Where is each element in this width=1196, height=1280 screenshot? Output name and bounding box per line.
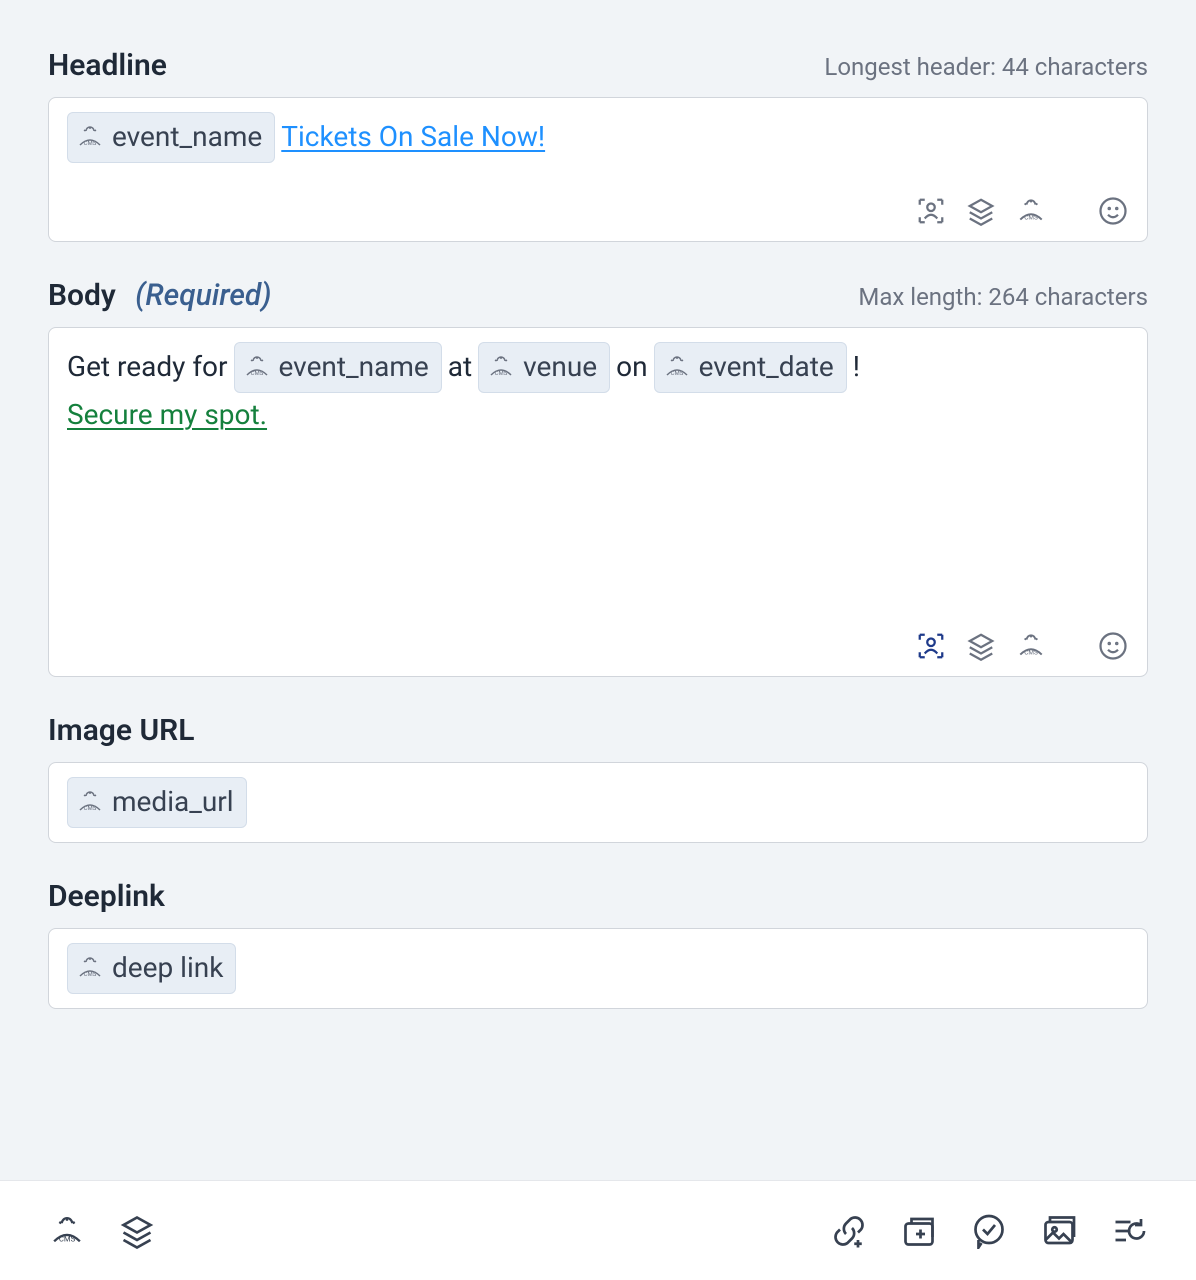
layers-icon[interactable] <box>965 630 997 662</box>
reset-list-icon[interactable] <box>1110 1212 1148 1250</box>
layers-icon[interactable] <box>118 1212 156 1250</box>
svg-text:CMS: CMS <box>84 140 97 147</box>
body-field: Body (Required) Max length: 264 characte… <box>48 278 1148 677</box>
chat-check-icon[interactable] <box>970 1212 1008 1250</box>
cms-token-label: deep link <box>112 946 223 991</box>
required-label: (Required) <box>135 278 271 313</box>
cms-icon: CMS <box>76 790 104 814</box>
layers-icon[interactable] <box>965 195 997 227</box>
cms-token-label: event_name <box>279 345 429 390</box>
svg-text:CMS: CMS <box>84 971 97 978</box>
link-add-icon[interactable] <box>830 1212 868 1250</box>
card-add-icon[interactable] <box>900 1212 938 1250</box>
cms-icon: CMS <box>76 125 104 149</box>
cms-token-venue[interactable]: CMS venue <box>478 342 610 393</box>
cms-icon: CMS <box>487 355 515 379</box>
svg-text:CMS: CMS <box>1024 214 1038 222</box>
cms-token-label: event_name <box>112 115 262 160</box>
image-url-label: Image URL <box>48 713 194 748</box>
body-label: Body (Required) <box>48 278 271 313</box>
cms-token-label: event_date <box>699 345 834 390</box>
svg-text:CMS: CMS <box>250 370 263 377</box>
headline-input[interactable]: CMS event_name Tickets On Sale Now! CMS <box>48 97 1148 242</box>
cms-icon: CMS <box>243 355 271 379</box>
image-url-header: Image URL <box>48 713 1148 748</box>
body-hint: Max length: 264 characters <box>858 283 1148 311</box>
cms-token-event-date[interactable]: CMS event_date <box>654 342 847 393</box>
deeplink-input[interactable]: CMS deep link <box>48 928 1148 1009</box>
personalization-icon[interactable] <box>915 630 947 662</box>
headline-link-text[interactable]: Tickets On Sale Now! <box>281 115 545 160</box>
deeplink-header: Deeplink <box>48 879 1148 914</box>
cms-token-event-name[interactable]: CMS event_name <box>67 112 275 163</box>
cms-token-media-url[interactable]: CMS media_url <box>67 777 247 828</box>
body-text-4: ! <box>853 345 860 390</box>
cms-settings-icon[interactable]: CMS <box>1015 630 1047 662</box>
body-link-text[interactable]: Secure my spot. <box>67 393 267 438</box>
headline-field: Headline Longest header: 44 characters C… <box>48 48 1148 242</box>
cms-token-event-name[interactable]: CMS event_name <box>234 342 442 393</box>
cms-icon: CMS <box>76 956 104 980</box>
body-input[interactable]: Get ready for CMS event_name at CMS venu… <box>48 327 1148 677</box>
image-url-field: Image URL CMS media_url <box>48 713 1148 843</box>
cms-icon[interactable]: CMS <box>48 1212 86 1250</box>
svg-text:CMS: CMS <box>84 805 97 812</box>
cms-token-deep-link[interactable]: CMS deep link <box>67 943 236 994</box>
body-header: Body (Required) Max length: 264 characte… <box>48 278 1148 313</box>
image-url-input[interactable]: CMS media_url <box>48 762 1148 843</box>
deeplink-label: Deeplink <box>48 879 165 914</box>
emoji-icon[interactable] <box>1097 630 1129 662</box>
svg-text:CMS: CMS <box>1024 649 1038 657</box>
body-text-3: on <box>616 345 647 390</box>
svg-text:CMS: CMS <box>670 370 683 377</box>
svg-text:CMS: CMS <box>59 1234 76 1243</box>
deeplink-field: Deeplink CMS deep link <box>48 879 1148 1009</box>
cms-settings-icon[interactable]: CMS <box>1015 195 1047 227</box>
headline-toolbar: CMS <box>915 195 1129 227</box>
headline-hint: Longest header: 44 characters <box>824 53 1148 81</box>
body-text-1: Get ready for <box>67 345 228 390</box>
body-text-2: at <box>448 345 472 390</box>
body-toolbar: CMS <box>915 630 1129 662</box>
bottom-toolbar: CMS <box>0 1180 1196 1280</box>
emoji-icon[interactable] <box>1097 195 1129 227</box>
headline-label: Headline <box>48 48 167 83</box>
cms-token-label: media_url <box>112 780 234 825</box>
cms-icon: CMS <box>663 355 691 379</box>
svg-text:CMS: CMS <box>495 370 508 377</box>
headline-header: Headline Longest header: 44 characters <box>48 48 1148 83</box>
cms-token-label: venue <box>523 345 597 390</box>
personalization-icon[interactable] <box>915 195 947 227</box>
image-icon[interactable] <box>1040 1212 1078 1250</box>
